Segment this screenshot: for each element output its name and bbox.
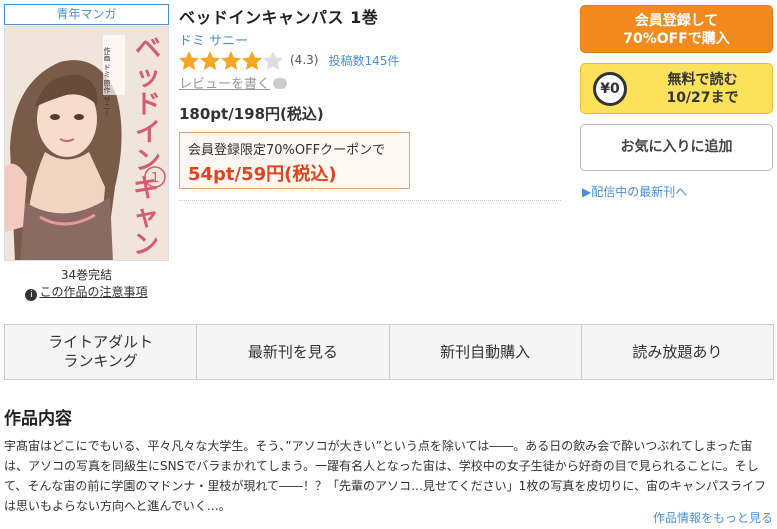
description: 宇髙宙はどこにでもいる、平々凡々な大学生。そう、”アソコが大きい”という点を除い… [4, 439, 766, 513]
coupon-note: 会員登録限定70%OFFクーポンで [188, 143, 386, 158]
genre-tag[interactable]: 青年マンガ [4, 4, 169, 25]
svg-text:ン: ン [133, 230, 159, 260]
cover-illustration: ベ ッ ド イ ン キ ャ ン 1 作画 ドミ 原作 サニー [5, 27, 168, 260]
free-read-deadline: 10/27まで [666, 90, 739, 106]
divider [179, 200, 561, 201]
tab-light-adult-ranking[interactable]: ライトアダルト ランキング [5, 325, 197, 379]
cover-image[interactable]: ベ ッ ド イ ン キ ャ ン 1 作画 ドミ 原作 サニー [4, 26, 169, 261]
price: 180pt/198円(税込) [179, 105, 324, 123]
star-filled-icon [179, 50, 199, 70]
star-filled-icon [200, 50, 220, 70]
rating-row: (4.3) 投稿数145件 [179, 50, 399, 70]
tab-ranking-line2: ランキング [63, 352, 138, 370]
info-icon: i [25, 289, 38, 301]
latest-volume-link[interactable]: ▶配信中の最新刊へ [582, 183, 687, 200]
register-button-label-line2: 70%OFFで購入 [623, 31, 730, 47]
svg-text:ャ: ャ [133, 202, 159, 232]
write-review-label: レビューを書く [179, 77, 271, 92]
speech-bubble-icon [273, 78, 288, 89]
star-empty-icon [263, 50, 283, 70]
tab-unlimited-reading[interactable]: 読み放題あり [580, 325, 773, 379]
svg-text:ッ: ッ [135, 62, 161, 92]
page-title: ベッドインキャンパス 1巻 [179, 8, 379, 27]
yen-coin-icon: ¥0 [593, 72, 627, 106]
cover-credits: 作画 ドミ 原作 サニー [103, 46, 111, 117]
more-info-link[interactable]: 作品情報をもっと見る [653, 509, 773, 526]
write-review-link[interactable]: レビューを書く [179, 73, 288, 92]
coupon-price: 54pt/59円(税込) [188, 164, 337, 185]
svg-text:ド: ド [135, 90, 161, 120]
author-link[interactable]: ドミ サニー [179, 30, 248, 49]
review-count-link[interactable]: 投稿数145件 [328, 52, 399, 69]
star-filled-icon [221, 50, 241, 70]
register-purchase-button[interactable]: 会員登録して 70%OFFで購入 [580, 5, 773, 53]
cover-volume-number: 1 [151, 171, 159, 186]
action-tab-bar: ライトアダルト ランキング 最新刊を見る 新刊自動購入 読み放題あり [4, 324, 774, 380]
free-read-label: 無料で読む [667, 72, 738, 88]
register-button-label-line1: 会員登録して [634, 13, 719, 29]
tab-latest-volume[interactable]: 最新刊を見る [196, 325, 389, 379]
section-title: 作品内容 [4, 409, 72, 429]
add-favorite-button[interactable]: お気に入りに追加 [580, 124, 773, 171]
free-read-button[interactable]: ¥0 無料で読む 10/27まで [580, 63, 773, 114]
tab-auto-purchase[interactable]: 新刊自動購入 [388, 325, 581, 379]
free-read-text: 無料で読む 10/27まで [635, 71, 770, 107]
star-filled-icon [242, 50, 262, 70]
svg-text:イ: イ [135, 118, 161, 148]
notice-link[interactable]: i この作品の注意事項 [4, 283, 169, 301]
tab-ranking-line1: ライトアダルト [48, 333, 154, 351]
coupon-box: 会員登録限定70%OFFクーポンで 54pt/59円(税込) [179, 132, 410, 189]
rating-value: (4.3) [290, 53, 319, 67]
notice-link-label: この作品の注意事項 [39, 285, 148, 299]
volumes-total: 34巻完結 [60, 268, 113, 282]
svg-text:ベ: ベ [135, 34, 161, 64]
